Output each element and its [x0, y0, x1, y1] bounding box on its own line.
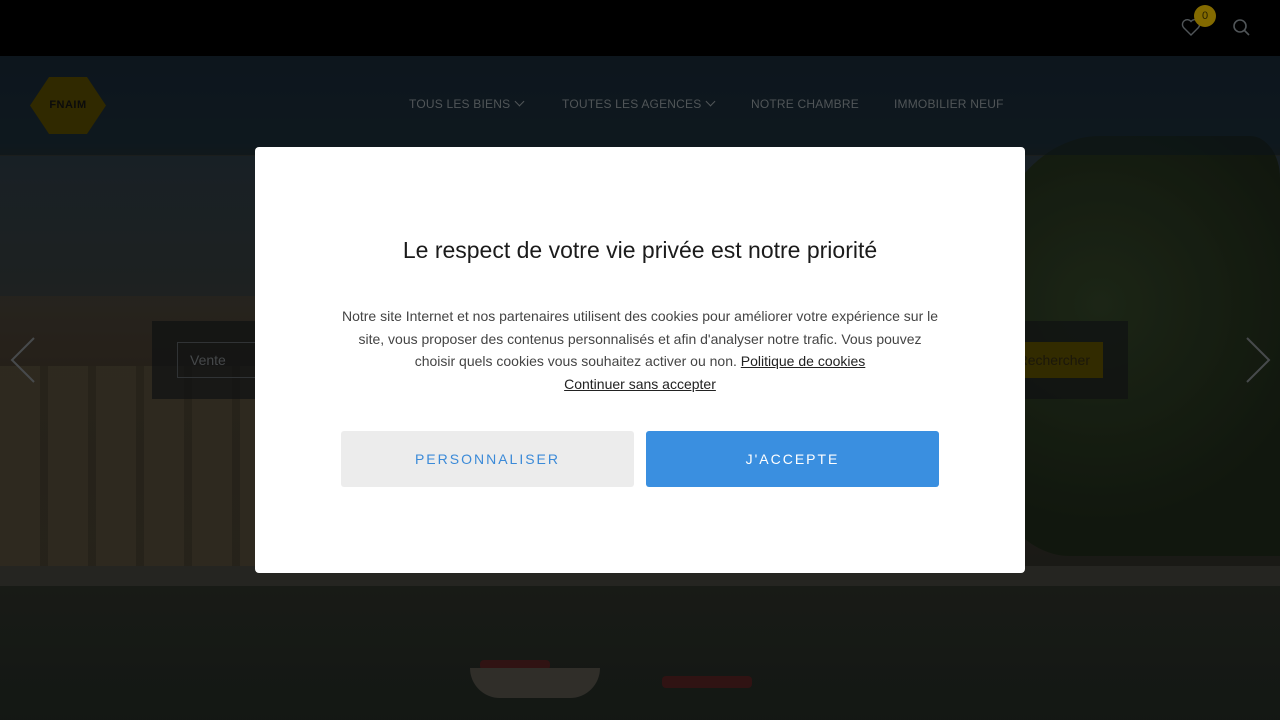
customize-button[interactable]: PERSONNALISER	[341, 431, 634, 487]
modal-description: Notre site Internet et nos partenaires u…	[340, 305, 940, 373]
cookie-consent-modal: Le respect de votre vie privée est notre…	[255, 147, 1025, 573]
cookie-policy-link[interactable]: Politique de cookies	[741, 353, 866, 369]
continue-without-accepting-link[interactable]: Continuer sans accepter	[255, 374, 1025, 394]
modal-title: Le respect de votre vie privée est notre…	[402, 237, 878, 263]
accept-button[interactable]: J'ACCEPTE	[646, 431, 939, 487]
